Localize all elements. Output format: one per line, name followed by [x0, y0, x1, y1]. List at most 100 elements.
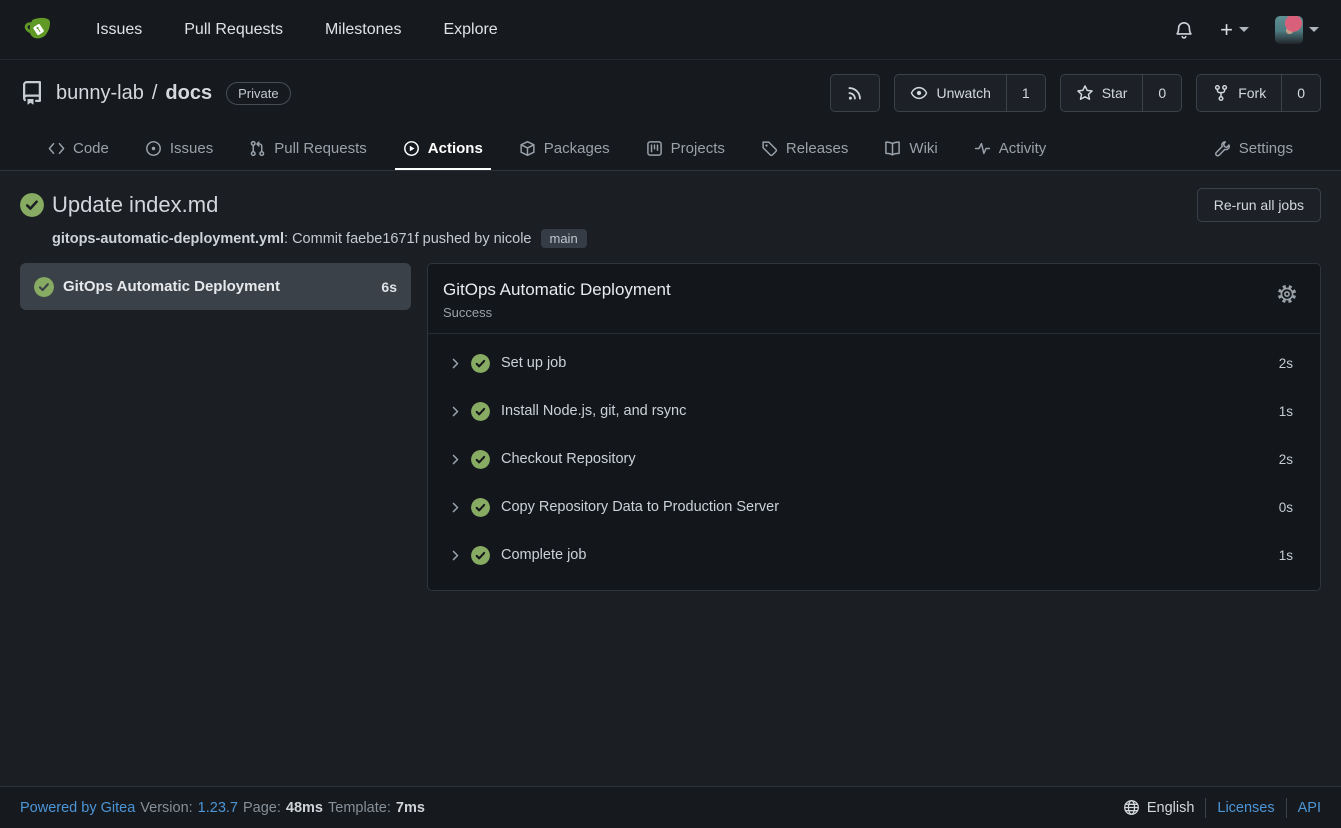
- chevron-down-icon: [1309, 27, 1319, 32]
- nav-explore[interactable]: Explore: [443, 21, 497, 39]
- page-time: 48ms: [286, 800, 323, 816]
- nav-milestones[interactable]: Milestones: [325, 21, 401, 39]
- fork-button[interactable]: Fork: [1197, 75, 1281, 111]
- step-name: Set up job: [501, 355, 566, 371]
- unwatch-label: Unwatch: [936, 85, 990, 101]
- powered-by-gitea-link[interactable]: Powered by Gitea: [20, 800, 135, 816]
- tab-label: Settings: [1239, 140, 1293, 157]
- globe-icon: [1123, 799, 1140, 816]
- fork-label: Fork: [1238, 85, 1266, 101]
- tag-icon: [761, 140, 778, 157]
- gitea-logo[interactable]: [22, 14, 54, 46]
- version-link[interactable]: 1.23.7: [198, 800, 238, 816]
- tab-releases[interactable]: Releases: [747, 126, 863, 170]
- language-label: English: [1147, 800, 1195, 816]
- template-time: 7ms: [396, 800, 425, 816]
- unwatch-button[interactable]: Unwatch: [895, 75, 1005, 111]
- branch-badge[interactable]: main: [541, 229, 587, 248]
- success-check-icon: [471, 450, 490, 469]
- commit-info: : Commit faebe1671f pushed by nicole: [284, 231, 531, 247]
- tab-activity[interactable]: Activity: [960, 126, 1061, 170]
- star-count[interactable]: 0: [1142, 75, 1181, 111]
- visibility-badge: Private: [226, 82, 290, 105]
- run-title: Update index.md: [52, 192, 218, 218]
- tools-icon: [1214, 140, 1231, 157]
- steps-list: Set up job 2s Install Node.js, git, and …: [428, 334, 1320, 590]
- chevron-down-icon: [1239, 27, 1249, 32]
- fork-button-group: Fork 0: [1196, 74, 1321, 112]
- tab-packages[interactable]: Packages: [505, 126, 624, 170]
- nav-issues[interactable]: Issues: [96, 21, 142, 39]
- workflow-file-name: gitops-automatic-deployment.yml: [52, 231, 284, 247]
- tab-label: Activity: [999, 140, 1047, 157]
- fork-icon: [1212, 84, 1230, 102]
- step-name: Complete job: [501, 547, 586, 563]
- page-label: Page:: [243, 800, 281, 816]
- tab-projects[interactable]: Projects: [632, 126, 739, 170]
- step-duration: 2s: [1279, 452, 1293, 467]
- watch-button-group: Unwatch 1: [894, 74, 1045, 112]
- step-row-copy-repository-data[interactable]: Copy Repository Data to Production Serve…: [428, 483, 1320, 531]
- language-selector[interactable]: English: [1123, 799, 1195, 816]
- success-check-icon: [471, 546, 490, 565]
- gitea-cup-icon: [22, 14, 54, 46]
- run-commit-line: gitops-automatic-deployment.yml : Commit…: [52, 229, 1321, 248]
- tab-issues[interactable]: Issues: [131, 126, 227, 170]
- step-duration: 2s: [1279, 356, 1293, 371]
- tab-pull-requests[interactable]: Pull Requests: [235, 126, 381, 170]
- step-row-set-up-job[interactable]: Set up job 2s: [428, 339, 1320, 387]
- project-icon: [646, 140, 663, 157]
- eye-icon: [910, 84, 928, 102]
- actions-run-page: Update index.md Re-run all jobs gitops-a…: [0, 171, 1341, 786]
- fork-count[interactable]: 0: [1281, 75, 1320, 111]
- nav-pull-requests[interactable]: Pull Requests: [184, 21, 283, 39]
- job-item-gitops-automatic-deployment[interactable]: GitOps Automatic Deployment 6s: [20, 263, 411, 310]
- tab-wiki[interactable]: Wiki: [870, 126, 951, 170]
- job-detail-panel: GitOps Automatic Deployment Success: [427, 263, 1321, 591]
- tab-label: Packages: [544, 140, 610, 157]
- tabs-spacer: [1068, 126, 1192, 170]
- tab-settings[interactable]: Settings: [1200, 126, 1307, 170]
- user-menu-button[interactable]: [1275, 16, 1319, 44]
- watch-count[interactable]: 1: [1006, 75, 1045, 111]
- tab-code[interactable]: Code: [34, 126, 123, 170]
- play-circle-icon: [403, 140, 420, 157]
- star-button[interactable]: Star: [1061, 75, 1143, 111]
- step-name: Checkout Repository: [501, 451, 636, 467]
- success-check-icon: [20, 193, 44, 217]
- notifications-button[interactable]: [1174, 20, 1194, 40]
- success-check-icon: [471, 354, 490, 373]
- tab-label: Releases: [786, 140, 849, 157]
- chevron-right-icon: [449, 357, 462, 370]
- gear-icon: [1277, 284, 1297, 304]
- tab-actions[interactable]: Actions: [389, 126, 497, 170]
- tab-label: Issues: [170, 140, 213, 157]
- tab-label: Wiki: [909, 140, 937, 157]
- repo-name-link[interactable]: docs: [165, 82, 212, 105]
- tab-label: Pull Requests: [274, 140, 367, 157]
- rss-button[interactable]: [830, 74, 880, 112]
- repo-owner-link[interactable]: bunny-lab: [56, 82, 144, 105]
- job-options-button[interactable]: [1277, 284, 1297, 304]
- create-new-button[interactable]: +: [1220, 19, 1249, 41]
- step-duration: 1s: [1279, 548, 1293, 563]
- api-link[interactable]: API: [1298, 800, 1321, 816]
- rerun-all-jobs-button[interactable]: Re-run all jobs: [1197, 188, 1321, 222]
- top-navbar: Issues Pull Requests Milestones Explore …: [0, 0, 1341, 60]
- step-row-checkout-repository[interactable]: Checkout Repository 2s: [428, 435, 1320, 483]
- licenses-link[interactable]: Licenses: [1217, 800, 1274, 816]
- divider: [1286, 798, 1287, 818]
- version-label: Version:: [140, 800, 192, 816]
- step-row-install-node[interactable]: Install Node.js, git, and rsync 1s: [428, 387, 1320, 435]
- star-icon: [1076, 84, 1094, 102]
- step-row-complete-job[interactable]: Complete job 1s: [428, 531, 1320, 579]
- breadcrumb: bunny-lab / docs: [56, 82, 212, 105]
- chevron-right-icon: [449, 501, 462, 514]
- template-label: Template:: [328, 800, 391, 816]
- repo-tabs: Code Issues Pull Requests Actions: [20, 126, 1321, 170]
- chevron-right-icon: [449, 549, 462, 562]
- divider: [1205, 798, 1206, 818]
- star-button-group: Star 0: [1060, 74, 1182, 112]
- footer: Powered by Gitea Version: 1.23.7 Page: 4…: [0, 786, 1341, 828]
- job-panel-title: GitOps Automatic Deployment: [443, 280, 671, 300]
